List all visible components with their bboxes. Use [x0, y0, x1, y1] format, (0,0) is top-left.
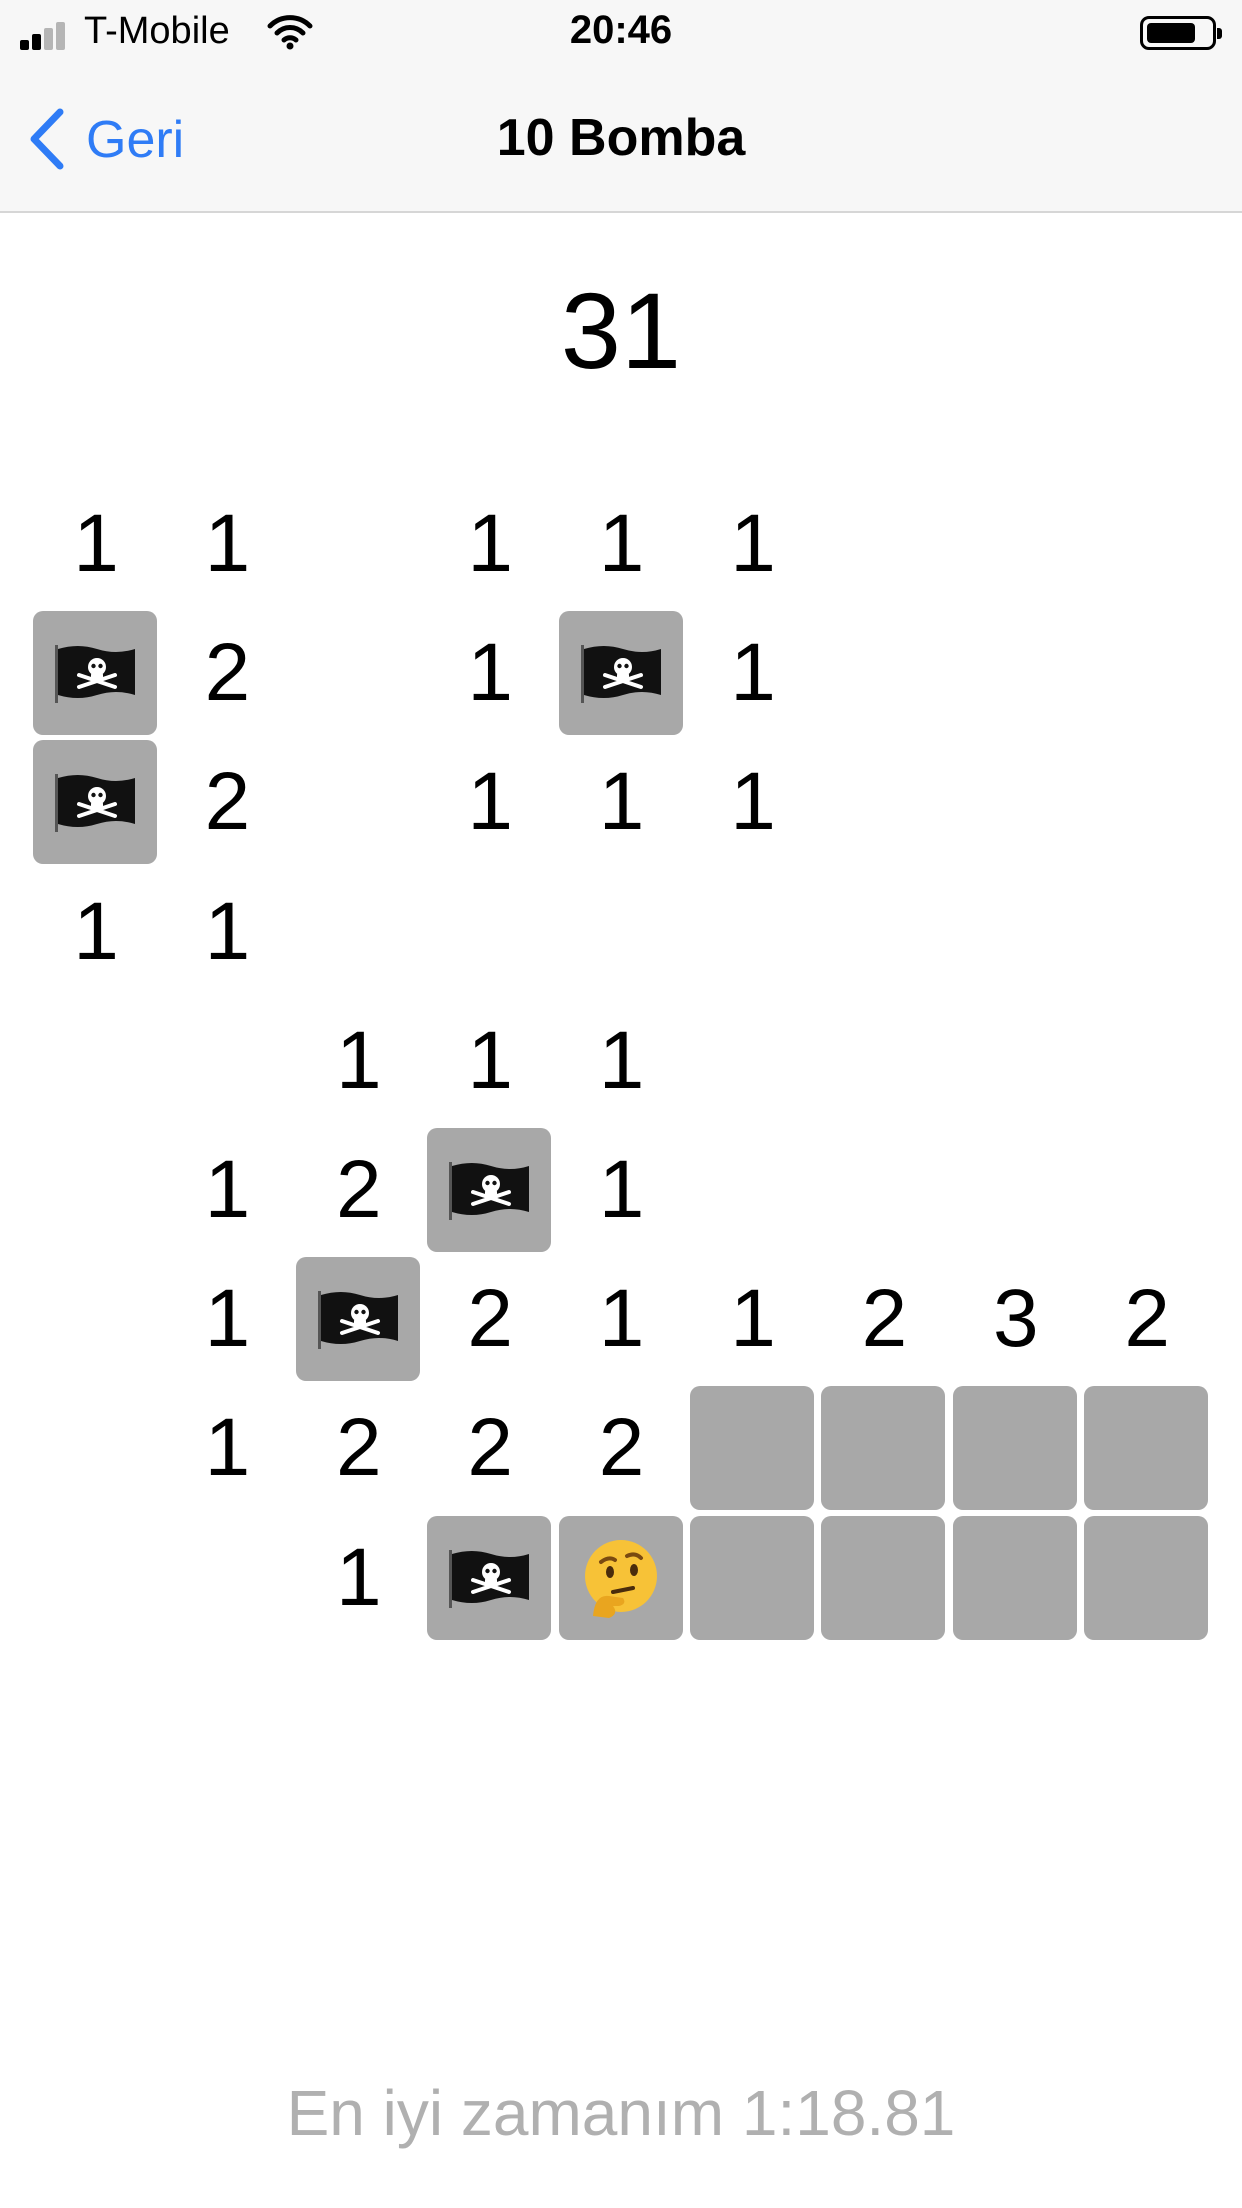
revealed-number-cell: 1 — [730, 1273, 776, 1365]
revealed-number-cell: 1 — [467, 627, 513, 719]
revealed-number-cell: 1 — [73, 885, 119, 977]
thinking-face-icon — [584, 1539, 657, 1618]
covered-cell[interactable] — [690, 1386, 814, 1511]
covered-cell[interactable] — [952, 1515, 1077, 1640]
flagged-cell[interactable] — [33, 740, 157, 865]
revealed-number-cell: 2 — [861, 1273, 908, 1365]
revealed-number-cell: 1 — [204, 885, 251, 977]
revealed-number-cell: 2 — [467, 1273, 513, 1365]
revealed-number-cell: 2 — [598, 1402, 645, 1494]
revealed-number-cell: 1 — [467, 756, 513, 848]
revealed-number-cell: 1 — [335, 1531, 382, 1623]
revealed-number-cell: 2 — [204, 756, 251, 848]
pirate-flag-icon — [580, 645, 661, 704]
flagged-cell[interactable] — [295, 1257, 420, 1382]
revealed-number-cell: 1 — [467, 498, 513, 589]
revealed-number-cell: 1 — [598, 1273, 645, 1365]
revealed-number-cell: 2 — [204, 627, 251, 719]
revealed-number-cell: 1 — [204, 1144, 251, 1235]
best-time: En iyi zamanım 1:18.81 — [286, 2077, 956, 2149]
covered-cell[interactable] — [821, 1386, 946, 1511]
flagged-cell[interactable] — [427, 1515, 552, 1640]
covered-cell[interactable] — [1084, 1515, 1209, 1640]
revealed-number-cell: 1 — [335, 1014, 382, 1106]
clock: 20:46 — [569, 8, 673, 52]
revealed-number-cell: 2 — [335, 1402, 382, 1494]
revealed-number-cell: 1 — [730, 627, 776, 719]
pirate-flag-icon — [317, 1291, 398, 1350]
flagged-cell[interactable] — [427, 1128, 552, 1252]
revealed-number-cell: 3 — [992, 1273, 1039, 1365]
revealed-number-cell: 1 — [467, 1014, 513, 1106]
status-bar: T-Mobile 20:46 — [0, 0, 1242, 66]
revealed-number-cell: 1 — [204, 1273, 251, 1365]
revealed-number-cell: 1 — [730, 756, 776, 848]
revealed-number-cell: 2 — [1124, 1273, 1170, 1365]
minesweeper-board: 11111211211111111121121123212221 — [33, 482, 1209, 1652]
revealed-number-cell: 1 — [598, 756, 645, 848]
revealed-number-cell: 1 — [598, 1014, 645, 1106]
revealed-number-cell: 1 — [204, 1402, 251, 1494]
covered-cell[interactable] — [690, 1515, 814, 1640]
revealed-number-cell: 1 — [204, 498, 251, 589]
pirate-flag-icon — [55, 774, 135, 833]
revealed-number-cell: 2 — [335, 1144, 382, 1235]
flagged-cell[interactable] — [33, 611, 157, 736]
pirate-flag-icon — [55, 645, 135, 704]
question-cell[interactable] — [558, 1515, 683, 1640]
remaining-counter: 31 — [560, 270, 682, 391]
revealed-number-cell: 1 — [598, 498, 645, 589]
pirate-flag-icon — [449, 1162, 530, 1220]
battery-icon — [1140, 16, 1222, 50]
revealed-number-cell: 2 — [467, 1402, 513, 1494]
revealed-number-cell: 1 — [598, 1144, 645, 1235]
covered-cell[interactable] — [1084, 1386, 1209, 1511]
pirate-flag-icon — [449, 1549, 530, 1608]
covered-cell[interactable] — [952, 1386, 1077, 1511]
revealed-number-cell: 1 — [730, 498, 776, 589]
revealed-number-cell: 1 — [73, 498, 119, 589]
navigation-bar: Geri 10 Bomba — [0, 66, 1242, 213]
flagged-cell[interactable] — [558, 611, 683, 736]
covered-cell[interactable] — [821, 1515, 946, 1640]
page-title: 10 Bomba — [496, 109, 746, 167]
